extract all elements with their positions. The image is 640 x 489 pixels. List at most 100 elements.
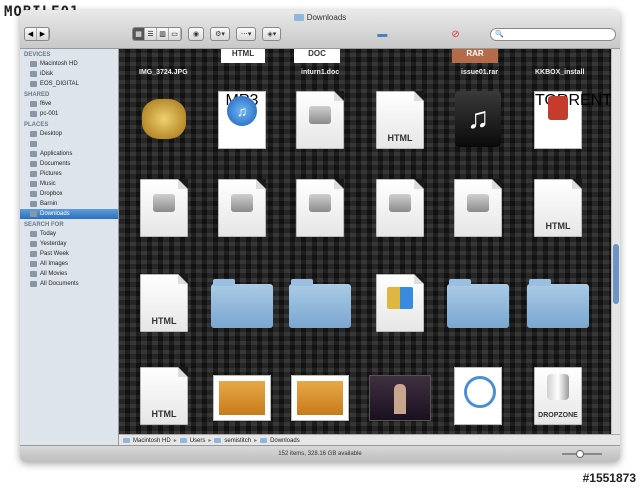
sidebar-item-label: f6ve [40,101,52,107]
view-mode-buttons: ▦ ☰ ▥ ▭ [132,27,182,41]
sidebar-item-icon [30,171,37,177]
file-item[interactable]: TORRENT [523,91,612,152]
file-item[interactable] [443,274,513,331]
icon-view-icon[interactable]: ▦ [133,28,145,40]
file-type-label: DROPZONE [538,412,578,419]
arrange-button[interactable]: ◈▾ [262,27,282,41]
sidebar-item-icon [30,181,37,187]
sidebar-item-label: Macintosh HD [40,61,78,67]
file-item[interactable] [443,179,513,240]
path-button[interactable]: ⋯▾ [235,27,257,41]
sidebar-item[interactable]: pc-001 [20,109,118,119]
path-item[interactable]: Users [190,438,206,444]
path-item[interactable]: Macintosh HD [133,438,171,444]
file-item[interactable] [365,367,435,424]
action-button[interactable]: ⚙▾ [210,27,230,41]
file-item[interactable] [285,179,355,240]
top-doc-doc[interactable]: DOC [294,49,340,63]
file-item[interactable] [365,179,435,240]
icon-grid: IMG_3724.JPG HTML DOC RAR inturn1.doc is… [119,49,612,435]
html-file-icon: HTML [376,91,424,149]
disk-image-icon [296,91,344,149]
video-thumbnail-icon [369,375,431,421]
sidebar-item[interactable]: Yesterday [20,239,118,249]
file-type-label: HTML [387,133,413,143]
folder-icon [289,279,351,328]
search-field[interactable]: 🔍 [490,27,616,41]
watermark-id: #1551873 [582,471,636,485]
slider-knob[interactable] [576,450,584,458]
sidebar-item[interactable]: Desktop [20,129,118,139]
sidebar-item[interactable]: iDisk [20,69,118,79]
sidebar-section-title: SHARED [24,92,50,98]
sidebar-item[interactable]: f6ve [20,99,118,109]
file-item[interactable]: DROPZONE [523,367,593,428]
file-item[interactable]: HTML [523,179,593,240]
sidebar-item[interactable]: Music [20,179,118,189]
file-item[interactable] [443,367,513,428]
file-item[interactable] [207,274,277,331]
sidebar-item[interactable]: Today [20,229,118,239]
vertical-scrollbar[interactable] [611,49,620,435]
file-item[interactable] [129,91,199,142]
quicktime-icon [454,367,502,425]
path-item[interactable]: semistitch [224,438,251,444]
sidebar-item-label: All Images [40,261,69,267]
file-item[interactable] [365,274,435,335]
html-file-icon: HTML [140,274,188,332]
sidebar-item[interactable]: All Images [20,259,118,269]
sidebar-item-label: Past Week [40,251,69,257]
file-item[interactable]: HTML [129,274,199,335]
file-item[interactable] [285,274,355,331]
sidebar-item[interactable]: Past Week [20,249,118,259]
sidebar-item-icon [30,211,37,217]
sidebar-item[interactable]: Applications [20,149,118,159]
forward-icon[interactable]: ▶ [37,28,49,40]
file-item[interactable]: ♫ [443,91,513,150]
icon-size-slider[interactable] [562,450,602,458]
titlebar: Downloads ◀ ▶ ▦ ☰ ▥ ▭ ◉ ⚙▾ ⋯▾ ◈▾ ▬ ⊘ 🔍 [20,10,620,49]
column-view-icon[interactable]: ▥ [157,28,169,40]
sidebar-section-title: PLACES [24,122,49,128]
file-item[interactable] [207,367,277,424]
file-item[interactable]: HTML [129,367,199,428]
file-item[interactable]: ♫MP3 [207,91,277,152]
status-text: 152 items, 328.16 GB available [278,451,362,457]
sidebar-item[interactable]: Pictures [20,169,118,179]
sidebar-item-icon [30,151,37,157]
sidebar-item[interactable]: Dropbox [20,189,118,199]
file-item[interactable] [285,91,355,152]
file-item[interactable] [523,274,593,331]
path-item[interactable]: Downloads [270,438,300,444]
scroll-thumb[interactable] [613,244,619,304]
sidebar-item[interactable]: All Documents [20,279,118,289]
sidebar-item-label: pc-001 [40,111,59,117]
sidebar-item-icon [30,111,37,117]
coverflow-view-icon[interactable]: ▭ [169,28,181,40]
disk-image-icon [454,179,502,237]
sidebar-item[interactable]: EOS_DIGITAL [20,79,118,89]
file-item[interactable] [207,179,277,240]
sidebar-item[interactable]: All Movies [20,269,118,279]
list-view-icon[interactable]: ☰ [145,28,157,40]
back-icon[interactable]: ◀ [25,28,37,40]
disk-image-icon [140,179,188,237]
sidebar-item[interactable]: Documents [20,159,118,169]
sidebar-item[interactable]: Barnin [20,199,118,209]
top-doc-rar[interactable]: RAR [452,49,498,63]
top-doc-html[interactable]: HTML [221,49,265,63]
new-folder-button[interactable]: ▬ [373,28,391,40]
sidebar-item[interactable]: Downloads [20,209,118,219]
file-type-label: HTML [545,221,571,231]
sidebar-item-icon [30,261,37,267]
file-type-label: HTML [151,409,177,419]
file-item[interactable] [129,179,199,240]
delete-button[interactable]: ⊘ [447,28,463,40]
file-item[interactable]: HTML [365,91,435,152]
quicklook-button[interactable]: ◉ [188,27,205,41]
sidebar-item-icon [30,71,37,77]
file-item[interactable] [285,367,355,424]
sidebar-item[interactable] [20,139,118,149]
sidebar-item[interactable]: Macintosh HD [20,59,118,69]
disk-image-icon [218,179,266,237]
